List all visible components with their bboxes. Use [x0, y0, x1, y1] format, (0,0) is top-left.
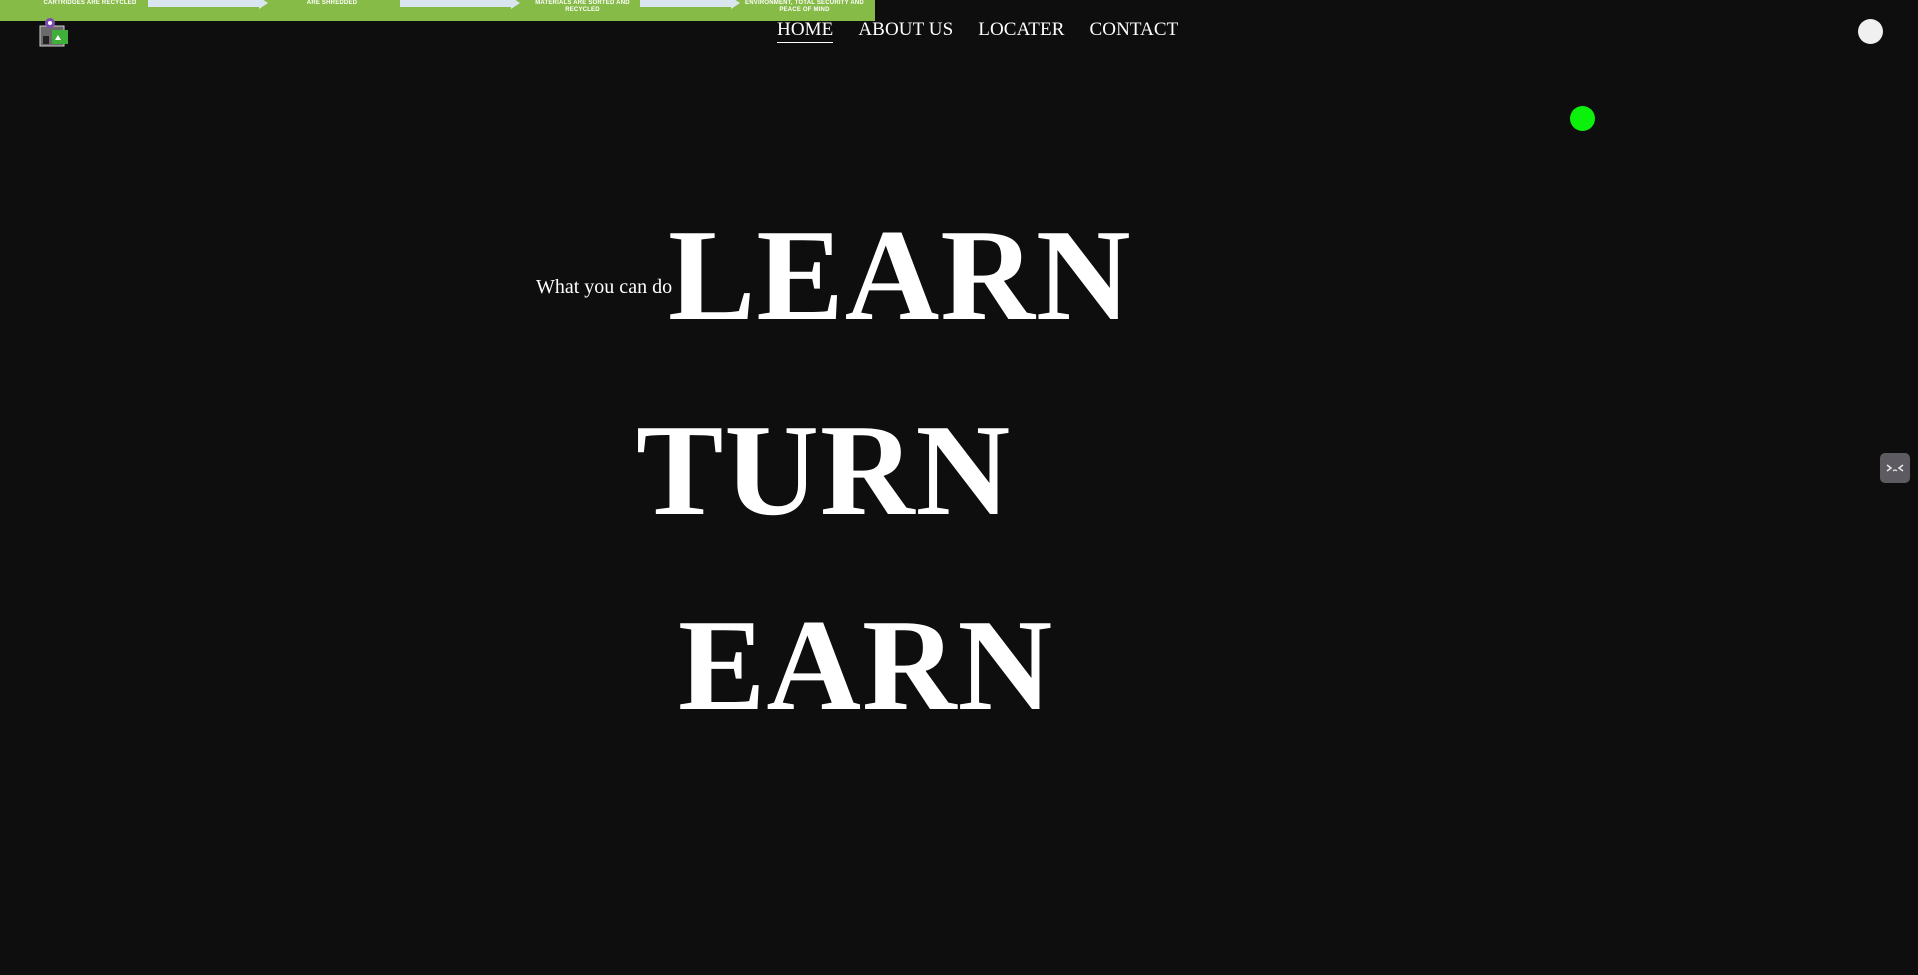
status-indicator-icon: [1570, 106, 1595, 131]
banner-step-4: ENVIRONMENT, TOTAL SECURITY AND PEACE OF…: [745, 0, 864, 13]
nav-about-us[interactable]: ABOUT US: [858, 19, 953, 43]
main-nav: HOME ABOUT US LOCATER CONTACT: [777, 19, 1178, 43]
banner-arrow-icon: [640, 0, 740, 9]
banner-arrow-icon: [400, 0, 520, 9]
nav-contact[interactable]: CONTACT: [1089, 19, 1178, 43]
recycling-bin-logo-icon[interactable]: [36, 14, 72, 50]
circle-toggle-icon[interactable]: [1858, 19, 1883, 44]
top-banner: CARTRIDGES ARE RECYCLED ARE SHREDDED MAT…: [0, 0, 875, 21]
hero-word-turn: TURN: [636, 398, 1012, 543]
chat-widget-icon[interactable]: [1880, 453, 1910, 483]
hero-word-earn: EARN: [678, 593, 1054, 738]
page: CARTRIDGES ARE RECYCLED ARE SHREDDED MAT…: [0, 0, 1918, 975]
hero-word-learn: LEARN: [668, 203, 1132, 348]
banner-arrow-icon: [148, 0, 268, 9]
banner-step-3: MATERIALS ARE SORTED AND RECYCLED: [535, 0, 630, 13]
banner-step-2: ARE SHREDDED: [306, 0, 358, 6]
nav-locater[interactable]: LOCATER: [978, 19, 1064, 43]
nav-home[interactable]: HOME: [777, 19, 834, 43]
hero-tagline: What you can do: [536, 276, 673, 298]
